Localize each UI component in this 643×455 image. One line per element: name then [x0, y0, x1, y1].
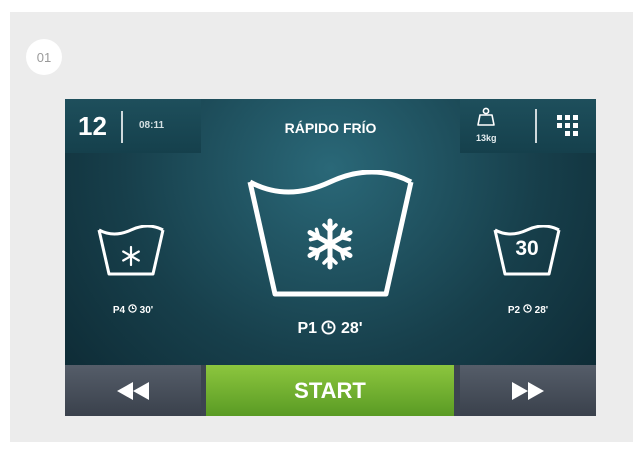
control-bar: START	[65, 365, 596, 416]
clock-icon	[321, 320, 337, 335]
menu-grid-icon[interactable]	[557, 115, 579, 137]
rewind-icon	[117, 381, 149, 400]
temperature-label: 30	[515, 237, 539, 260]
start-button[interactable]: START	[206, 365, 454, 416]
snowflake-icon	[307, 218, 353, 270]
program-center-label: P1 28'	[297, 320, 363, 337]
next-program-button[interactable]	[460, 365, 596, 416]
divider	[535, 109, 537, 143]
snowflake-icon	[122, 245, 140, 267]
machine-screen: 12 08:11 RÁPIDO FRÍO 13kg P4 30' P1 28' …	[65, 99, 596, 416]
weight-icon	[477, 107, 495, 126]
step-badge: 01	[26, 39, 62, 75]
top-right-box: 13kg	[460, 99, 596, 153]
previous-program-button[interactable]	[65, 365, 201, 416]
program-left-label: P4 30'	[112, 304, 154, 316]
program-right-label: P2 28'	[507, 304, 549, 316]
clock-icon	[128, 304, 137, 313]
fast-forward-icon	[512, 381, 544, 400]
clock-icon	[523, 304, 532, 313]
load-weight: 13kg	[476, 133, 497, 143]
